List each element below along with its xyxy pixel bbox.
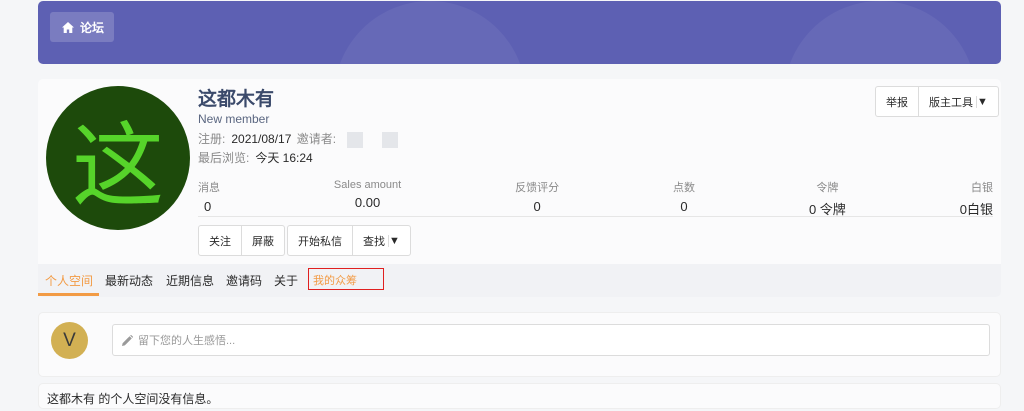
page-banner: 论坛 [38, 1, 1001, 64]
stat-tokens: 令牌 0 令牌 [808, 179, 846, 217]
inviter-avatar[interactable] [347, 131, 364, 148]
username: 这都木有 [198, 89, 275, 110]
forum-breadcrumb-button[interactable]: 论坛 [50, 12, 115, 42]
caret-down-icon: ▼ [976, 95, 988, 108]
empty-profile-message: 这都木有 的个人空间没有信息。 [38, 383, 1001, 409]
last-seen-label: 最后浏览: [198, 151, 250, 165]
stat-value: 0 令牌 [808, 202, 846, 217]
forum-breadcrumb-label: 论坛 [80, 20, 105, 35]
stat-value: 0.00 [354, 195, 381, 210]
stat-label: Sales amount [333, 179, 402, 191]
block-button[interactable]: 屏蔽 [241, 226, 284, 255]
stat-value: 0 [204, 199, 212, 214]
tab-recent-content[interactable]: 近期信息 [166, 272, 214, 289]
last-seen-line: 最后浏览: 今天 16:24 [198, 149, 313, 166]
find-label: 查找 [363, 235, 385, 248]
registration-label: 注册: [198, 132, 226, 146]
avatar[interactable]: 这 [46, 86, 190, 230]
follow-block-group: 关注 屏蔽 [198, 225, 285, 256]
message-find-group: 开始私信 查找 ▼ [287, 225, 411, 256]
tab-about[interactable]: 关于 [274, 272, 298, 289]
status-update-input[interactable]: 留下您的人生感悟... [112, 324, 990, 356]
inviter-label: 邀请者: [296, 132, 337, 146]
find-menu-button[interactable]: 查找 ▼ [352, 226, 410, 255]
last-seen-value: 今天 16:24 [255, 151, 313, 165]
stat-value: 0 [533, 199, 541, 214]
stat-value: 0白银 [959, 202, 993, 217]
current-user-avatar[interactable]: V [51, 322, 88, 359]
follow-button[interactable]: 关注 [199, 226, 241, 255]
profile-stats: 消息 0 Sales amount 0.00 反馈评分 0 点数 0 令牌 0 … [198, 179, 993, 217]
stat-sales-amount: Sales amount 0.00 [334, 179, 401, 216]
status-update-placeholder: 留下您的人生感悟... [138, 335, 236, 347]
banner-decoration [784, 1, 976, 64]
report-button[interactable]: 举报 [876, 87, 918, 116]
caret-down-icon: ▼ [388, 234, 400, 247]
stat-points[interactable]: 点数 0 [673, 179, 695, 216]
banner-decoration [334, 1, 526, 64]
stat-messages[interactable]: 消息 0 [198, 179, 220, 216]
tab-invite-codes[interactable]: 邀请码 [226, 272, 262, 289]
stat-value: 0 [680, 199, 688, 214]
home-icon [62, 21, 74, 33]
status-update-card: V 留下您的人生感悟... [38, 312, 1001, 377]
user-title: New member [198, 112, 270, 126]
pencil-icon [122, 334, 133, 346]
stat-label: 令牌 [816, 182, 839, 194]
stat-feedback[interactable]: 反馈评分 0 [515, 179, 559, 216]
inviter-avatar[interactable] [382, 131, 399, 148]
profile-card: 这 这都木有 New member 注册: 2021/08/17 邀请者: 最后浏… [38, 79, 1001, 297]
tab-profile-posts[interactable]: 个人空间 [45, 272, 93, 289]
stat-label: 消息 [198, 182, 220, 194]
registration-line: 注册: 2021/08/17 邀请者: [198, 130, 399, 148]
registration-date: 2021/08/17 [231, 132, 292, 146]
stat-label: 点数 [673, 182, 696, 194]
start-conversation-button[interactable]: 开始私信 [288, 226, 352, 255]
active-tab-indicator [38, 293, 99, 296]
tab-my-crowdfunding[interactable]: 我的众筹 [308, 268, 384, 290]
stat-label: 反馈评分 [515, 182, 560, 194]
stat-label: 白银 [970, 182, 993, 194]
mod-tools-menu-button[interactable]: 版主工具 ▼ [918, 87, 998, 116]
stat-silver: 白银 0白银 [959, 179, 993, 217]
tab-latest-activity[interactable]: 最新动态 [105, 272, 153, 289]
mod-tools-label: 版主工具 [929, 96, 973, 109]
moderator-tools-group: 举报 版主工具 ▼ [875, 86, 999, 117]
